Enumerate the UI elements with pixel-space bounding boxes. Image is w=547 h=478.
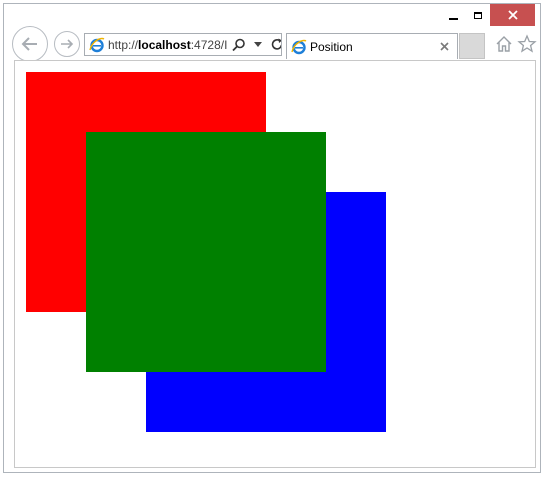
star-icon — [517, 34, 537, 53]
close-tab-button[interactable] — [437, 40, 451, 54]
close-window-button[interactable] — [490, 4, 535, 26]
chevron-down-icon — [254, 41, 262, 47]
forward-button[interactable] — [54, 31, 80, 57]
address-bar[interactable]: http://localhost:4728/I — [84, 33, 282, 56]
favorites-button[interactable] — [517, 34, 537, 54]
url-prefix: http:// — [108, 37, 139, 52]
refresh-icon — [271, 38, 281, 50]
back-arrow-icon — [21, 37, 37, 51]
url-rest: :4728/I — [190, 37, 228, 52]
close-icon — [507, 10, 518, 20]
green-box — [86, 132, 326, 372]
ie-logo-icon — [291, 39, 307, 54]
ie-logo-icon — [89, 37, 105, 52]
refresh-button[interactable] — [270, 38, 281, 52]
minimize-icon — [448, 18, 458, 20]
address-dropdown-button[interactable] — [251, 38, 265, 52]
new-tab-button[interactable] — [459, 33, 485, 59]
maximize-button[interactable] — [466, 4, 490, 26]
maximize-icon — [474, 11, 482, 19]
forward-arrow-icon — [61, 39, 74, 49]
back-button[interactable] — [12, 26, 48, 62]
browser-window: http://localhost:4728/I Position — [3, 3, 541, 473]
search-button[interactable] — [232, 38, 246, 52]
search-icon — [232, 38, 245, 51]
tab-title: Position — [310, 39, 353, 54]
url-text: http://localhost:4728/I — [108, 38, 228, 52]
tab-position[interactable]: Position — [286, 33, 458, 59]
home-icon — [496, 36, 512, 52]
home-button[interactable] — [494, 34, 514, 54]
url-host: localhost — [138, 37, 191, 52]
close-icon — [439, 42, 449, 51]
page-content — [14, 60, 536, 468]
minimize-button[interactable] — [440, 4, 466, 26]
